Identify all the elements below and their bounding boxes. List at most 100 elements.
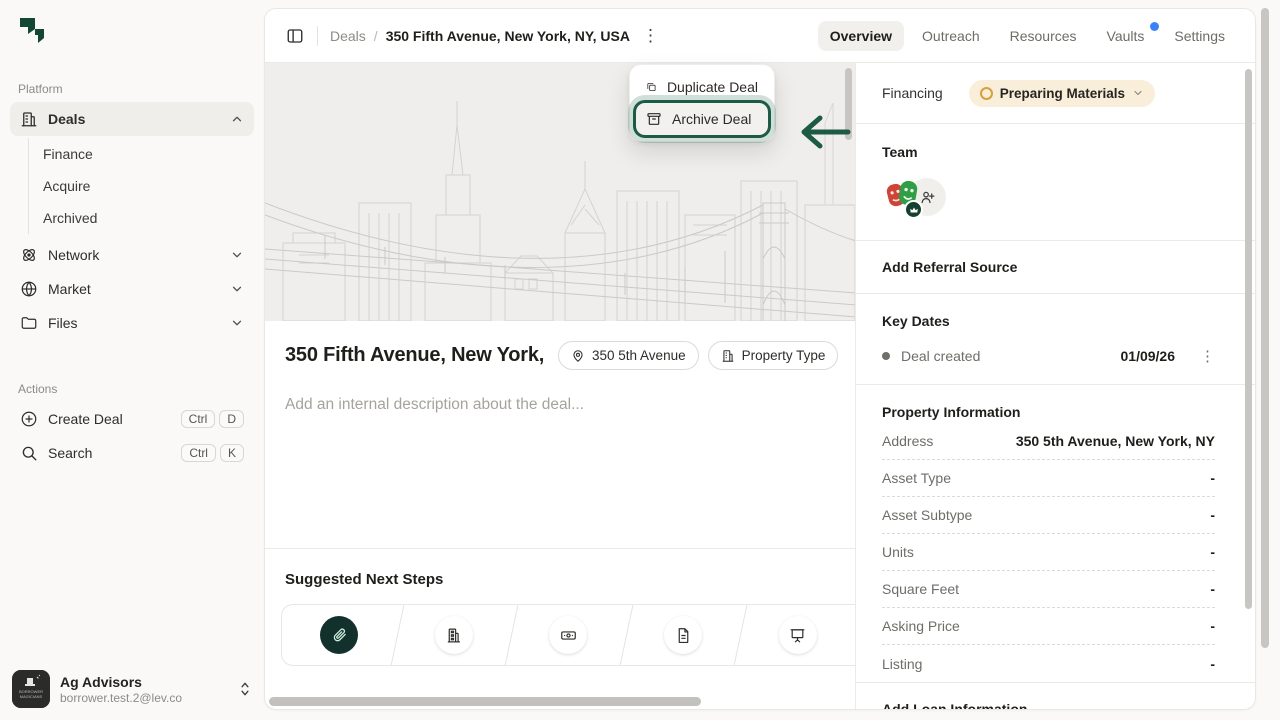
- chevron-up-icon: [230, 112, 244, 126]
- sidebar-subitem-finance[interactable]: Finance: [29, 138, 254, 170]
- address-chip[interactable]: 350 5th Avenue: [558, 341, 699, 370]
- property-row-units[interactable]: Units -: [882, 534, 1215, 571]
- property-row-asset-subtype[interactable]: Asset Subtype -: [882, 497, 1215, 534]
- chevron-down-icon: [230, 316, 244, 330]
- sidebar-subitem-archived[interactable]: Archived: [29, 202, 254, 234]
- property-row-asset-type[interactable]: Asset Type -: [882, 460, 1215, 497]
- workspace-switcher[interactable]: BORROWER MAGICIANS Ag Advisors borrower.…: [12, 670, 252, 708]
- location-pin-icon: [571, 349, 585, 363]
- create-deal-button[interactable]: Create Deal Ctrl D: [10, 402, 254, 436]
- brand-logo: [18, 16, 254, 46]
- window-scrollbar[interactable]: [1261, 8, 1269, 648]
- property-type-chip[interactable]: Property Type: [708, 341, 839, 370]
- breadcrumb-separator: /: [374, 28, 378, 44]
- archive-icon: [646, 111, 662, 127]
- platform-section-label: Platform: [10, 76, 254, 102]
- kbd-k: K: [220, 444, 244, 462]
- sidebar-toggle-button[interactable]: [281, 22, 309, 50]
- deal-header: Deals / 350 Fifth Avenue, New York, NY, …: [265, 9, 1255, 63]
- property-row-square-feet[interactable]: Square Feet -: [882, 571, 1215, 608]
- key-date-value: 01/09/26: [1121, 348, 1176, 364]
- folder-icon: [20, 314, 38, 332]
- crown-icon: [909, 205, 919, 215]
- banknote-icon: [560, 627, 577, 644]
- menu-item-archive-deal[interactable]: Archive Deal: [636, 103, 768, 135]
- key-date-label: Deal created: [901, 348, 1110, 364]
- key-date-row: Deal created 01/09/26 ⋮: [882, 348, 1215, 364]
- deal-title: 350 Fifth Avenue, New York, NY, USA: [285, 344, 549, 367]
- user-email: borrower.test.2@lev.co: [60, 691, 228, 705]
- next-steps-heading: Suggested Next Steps: [265, 549, 855, 588]
- deal-tabs: Overview Outreach Resources Vaults Setti…: [818, 21, 1237, 51]
- add-loan-information-button[interactable]: Add Loan Information: [856, 683, 1255, 710]
- chevron-down-icon: [230, 248, 244, 262]
- duplicate-icon: [646, 79, 657, 95]
- property-row-listing[interactable]: Listing -: [882, 645, 1215, 682]
- horizontal-scrollbar[interactable]: [267, 697, 852, 706]
- deal-menu-button[interactable]: ⋮: [642, 27, 659, 44]
- add-referral-source-button[interactable]: Add Referral Source: [856, 241, 1255, 294]
- tab-overview[interactable]: Overview: [818, 21, 904, 51]
- document-icon: [675, 627, 692, 644]
- sidebar-item-deals[interactable]: Deals: [10, 102, 254, 136]
- property-row-address[interactable]: Address 350 5th Avenue, New York, NY: [882, 423, 1215, 460]
- sidebar-subitem-acquire[interactable]: Acquire: [29, 170, 254, 202]
- next-step-attachments[interactable]: [282, 605, 397, 665]
- chevron-down-icon: [230, 282, 244, 296]
- paperclip-icon: [331, 627, 348, 644]
- chevron-down-icon: [1132, 87, 1144, 99]
- up-down-chevrons-icon: [238, 681, 252, 697]
- avatar: BORROWER MAGICIANS: [12, 670, 50, 708]
- menu-item-duplicate-deal[interactable]: Duplicate Deal: [636, 71, 768, 103]
- search-label: Search: [48, 445, 171, 461]
- owner-crown-badge: [904, 200, 923, 219]
- main-card: Deals / 350 Fifth Avenue, New York, NY, …: [264, 8, 1256, 710]
- timeline-dot-icon: [882, 352, 890, 360]
- next-step-documents[interactable]: [626, 605, 741, 665]
- next-step-financials[interactable]: [511, 605, 626, 665]
- team-heading: Team: [882, 144, 1215, 160]
- tab-vaults[interactable]: Vaults: [1095, 21, 1157, 51]
- network-icon: [20, 246, 38, 264]
- sidebar-item-market[interactable]: Market: [10, 272, 254, 306]
- next-step-presentation[interactable]: [740, 605, 855, 665]
- actions-section-label: Actions: [10, 376, 254, 402]
- building-icon: [445, 627, 462, 644]
- deal-context-menu: Duplicate Deal Archive Deal: [629, 64, 775, 142]
- annotation-arrow-icon: [796, 112, 852, 152]
- panel-left-icon: [286, 27, 304, 45]
- financing-label: Financing: [882, 85, 943, 101]
- description-input[interactable]: Add an internal description about the de…: [265, 370, 855, 548]
- deals-sub-list: Finance Acquire Archived: [28, 138, 254, 234]
- deal-overview-pane: 350 Fifth Avenue, New York, NY, USA 350 …: [265, 63, 856, 709]
- kbd-ctrl: Ctrl: [181, 444, 216, 462]
- tab-resources[interactable]: Resources: [998, 21, 1089, 51]
- sidebar-item-label: Files: [48, 315, 220, 331]
- key-date-menu-button[interactable]: ⋮: [1200, 349, 1215, 364]
- panel-scrollbar[interactable]: [1245, 69, 1252, 609]
- sidebar-item-network[interactable]: Network: [10, 238, 254, 272]
- workspace-name: Ag Advisors: [60, 674, 228, 690]
- kbd-d: D: [219, 410, 244, 428]
- breadcrumb-deals-link[interactable]: Deals: [330, 28, 366, 44]
- plus-circle-icon: [20, 410, 38, 428]
- tab-settings[interactable]: Settings: [1162, 21, 1237, 51]
- notification-dot: [1150, 22, 1159, 31]
- property-info-heading: Property Information: [882, 404, 1215, 420]
- tab-outreach[interactable]: Outreach: [910, 21, 992, 51]
- globe-icon: [20, 280, 38, 298]
- search-button[interactable]: Search Ctrl K: [10, 436, 254, 470]
- next-step-property[interactable]: [397, 605, 512, 665]
- presentation-icon: [789, 627, 806, 644]
- building-icon: [721, 349, 735, 363]
- sidebar-item-label: Market: [48, 281, 220, 297]
- financing-status-dropdown[interactable]: Preparing Materials: [969, 80, 1155, 107]
- divider: [317, 26, 318, 46]
- breadcrumb-current: 350 Fifth Avenue, New York, NY, USA: [386, 28, 630, 44]
- sidebar-item-label: Deals: [48, 111, 220, 127]
- svg-text:MAGICIANS: MAGICIANS: [20, 694, 43, 699]
- kbd-ctrl: Ctrl: [181, 410, 216, 428]
- property-row-asking-price[interactable]: Asking Price -: [882, 608, 1215, 645]
- search-icon: [20, 444, 38, 462]
- sidebar-item-files[interactable]: Files: [10, 306, 254, 340]
